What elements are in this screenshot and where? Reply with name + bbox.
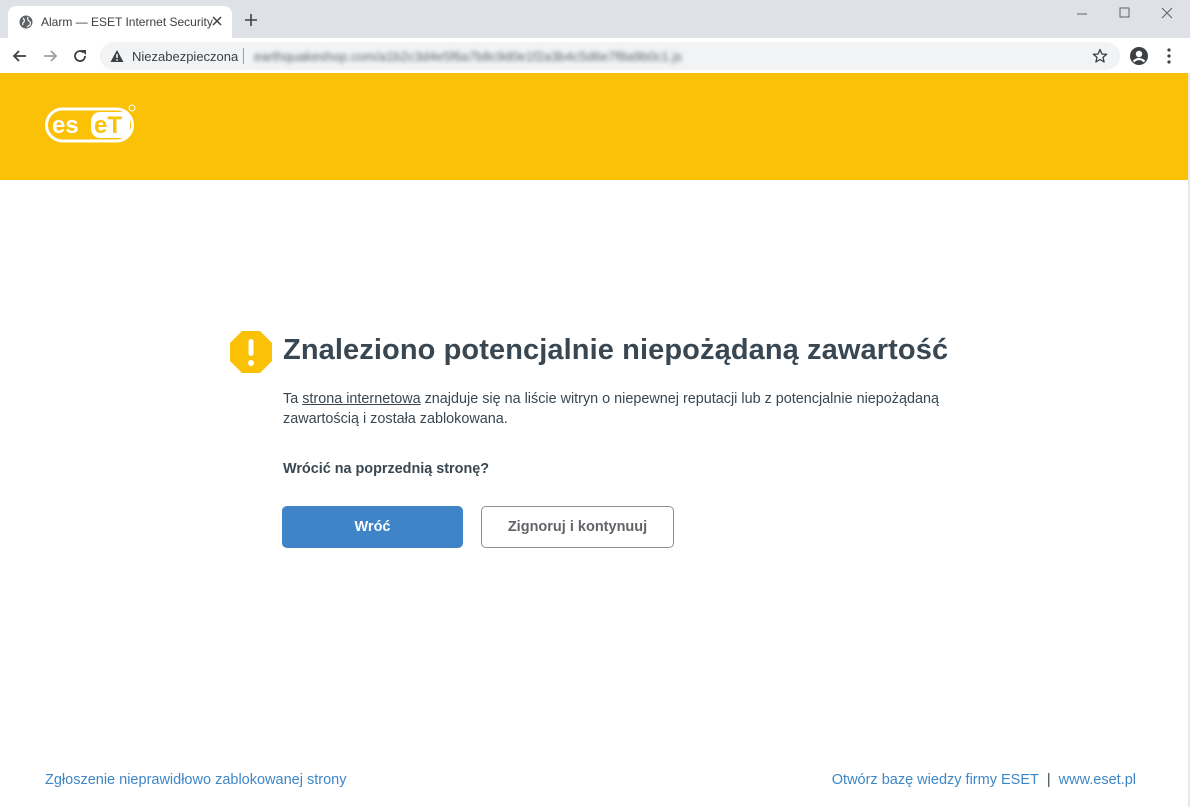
close-tab-icon[interactable] (209, 13, 225, 29)
minimize-icon[interactable] (1059, 4, 1105, 24)
url-text[interactable]: earthquakeshop.com/a1b2c3d4e5f6a7b8c9d0e… (254, 49, 682, 64)
knowledge-base-link[interactable]: Otwórz bazę wiedzy firmy ESET (832, 772, 1039, 788)
window-close-icon[interactable] (1144, 4, 1190, 24)
report-blocked-link[interactable]: Zgłoszenie nieprawidłowo zablokowanej st… (45, 772, 346, 788)
forward-arrow-icon[interactable] (40, 46, 60, 66)
security-status[interactable]: Niezabezpieczona (132, 49, 238, 64)
eset-website-link[interactable]: www.eset.pl (1059, 772, 1136, 788)
new-tab-icon[interactable] (243, 12, 259, 28)
footer-links: Otwórz bazę wiedzy firmy ESET | www.eset.p… (832, 772, 1136, 788)
warning-description: Ta strona internetowa znajduje się na li… (283, 389, 983, 429)
reload-icon[interactable] (70, 46, 90, 66)
go-back-button[interactable]: Wróć (282, 506, 463, 548)
bookmark-star-icon[interactable] (1092, 48, 1108, 64)
ignore-continue-button[interactable]: Zignoruj i kontynuuj (481, 506, 674, 548)
svg-text:eT: eT (94, 112, 122, 139)
eset-header-banner (0, 73, 1190, 180)
address-bar[interactable]: Niezabezpieczona earthquakeshop.com/a1b2… (100, 42, 1120, 70)
more-menu-icon[interactable] (1161, 46, 1177, 66)
tab-strip: Alarm — ESET Internet Security (0, 0, 1190, 38)
svg-text:es: es (52, 112, 79, 139)
tab-title: Alarm — ESET Internet Security (41, 15, 213, 29)
footer-separator: | (1046, 772, 1051, 788)
eset-logo: es eT (45, 104, 136, 143)
back-arrow-icon[interactable] (10, 46, 30, 66)
browser-tab[interactable]: Alarm — ESET Internet Security (8, 6, 232, 38)
address-separator (243, 48, 244, 64)
browser-toolbar: Niezabezpieczona earthquakeshop.com/a1b2… (0, 38, 1190, 74)
globe-icon (19, 15, 33, 29)
maximize-icon[interactable] (1101, 4, 1147, 24)
warning-octagon-icon (230, 331, 272, 373)
warning-triangle-icon[interactable] (110, 49, 124, 63)
page-title: Znaleziono potencjalnie niepożądaną zawa… (283, 334, 949, 366)
go-back-question: Wrócić na poprzednią stronę? (283, 461, 490, 477)
description-text: Ta (283, 391, 303, 407)
profile-avatar-icon[interactable] (1129, 46, 1149, 66)
website-link[interactable]: strona internetowa (302, 391, 420, 407)
